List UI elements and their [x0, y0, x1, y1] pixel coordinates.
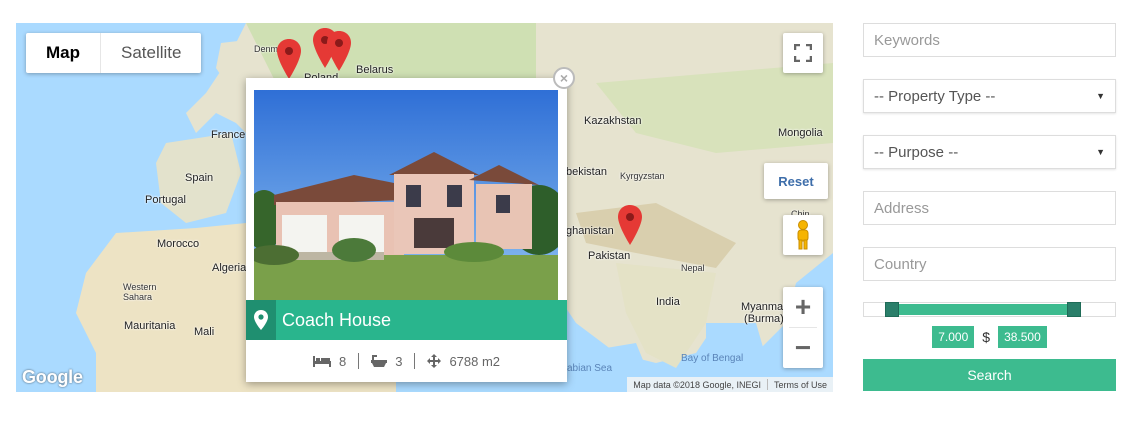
- terms-of-use-link[interactable]: Terms of Use: [774, 380, 827, 390]
- map-marker-pin-icon[interactable]: [618, 205, 642, 245]
- price-max-handle[interactable]: [1067, 302, 1081, 317]
- price-range-slider[interactable]: [863, 302, 1116, 317]
- google-logo: Google: [22, 367, 83, 387]
- zoom-in-button[interactable]: +: [783, 287, 823, 327]
- property-title[interactable]: Coach House: [282, 310, 391, 331]
- map-label-kazakhstan: Kazakhstan: [584, 115, 642, 127]
- purpose-value: -- Purpose --: [874, 143, 959, 161]
- address-input[interactable]: [874, 199, 1105, 217]
- property-meta: 8 3 6788 m2: [246, 340, 567, 382]
- map-label-belarus: Belarus: [356, 64, 394, 76]
- property-photo[interactable]: [254, 90, 558, 300]
- price-range-fill: [892, 304, 1074, 315]
- map-marker-pin-icon[interactable]: [277, 39, 301, 79]
- map-label-mauritania: Mauritania: [124, 320, 176, 332]
- map-label-nepal: Nepal: [681, 263, 705, 273]
- map-label-kyrgyzstan: Kyrgyzstan: [620, 171, 665, 181]
- map-marker-pin-icon[interactable]: [327, 31, 351, 71]
- area-value: 6788 m2: [449, 353, 501, 369]
- property-type-value: -- Property Type --: [874, 87, 996, 105]
- map-label-france: France: [211, 129, 246, 141]
- move-arrows-icon: [427, 354, 442, 368]
- map-label-uzbekistan: bekistan: [566, 166, 607, 178]
- map[interactable]: Denm Poland Belarus France Spain Portuga…: [16, 23, 833, 392]
- baths-info: 3: [359, 354, 414, 369]
- close-popup-button[interactable]: ×: [553, 67, 575, 89]
- map-label-afghanistan: ghanistan: [566, 225, 614, 237]
- map-label-india: India: [656, 296, 680, 308]
- map-label-morocco: Morocco: [157, 238, 200, 250]
- property-type-select[interactable]: -- Property Type -- ▼: [863, 79, 1116, 113]
- currency-symbol: $: [982, 329, 991, 345]
- map-label-portugal: Portugal: [145, 194, 186, 206]
- property-title-bar[interactable]: Coach House: [246, 300, 567, 340]
- dropdown-arrow-icon: ▼: [1096, 147, 1105, 157]
- map-label-arabian-sea: abian Sea: [567, 363, 613, 374]
- zoom-out-button[interactable]: −: [783, 328, 823, 368]
- price-range-values: 7.000 $ 38.500: [863, 326, 1116, 348]
- country-input[interactable]: [874, 255, 1105, 273]
- map-type-control: Map Satellite: [26, 33, 202, 73]
- map-label-mongolia: Mongolia: [778, 127, 823, 139]
- keywords-field[interactable]: [863, 23, 1116, 57]
- map-attribution: Map data ©2018 Google, INEGI Terms of Us…: [627, 377, 833, 392]
- bath-icon: [371, 355, 388, 367]
- map-label-algeria: Algeria: [212, 262, 247, 274]
- purpose-select[interactable]: -- Purpose -- ▼: [863, 135, 1116, 169]
- price-min-value: 7.000: [932, 326, 975, 348]
- map-type-satellite-button[interactable]: Satellite: [101, 33, 201, 73]
- dropdown-arrow-icon: ▼: [1096, 91, 1105, 101]
- map-label-denmark: Denm: [254, 44, 279, 54]
- bed-icon: [312, 356, 331, 367]
- map-label-pakistan: Pakistan: [588, 250, 631, 262]
- map-label-spain: Spain: [185, 172, 214, 184]
- map-label-myanmar: Myanmar (Burma): [741, 301, 787, 325]
- street-view-button[interactable]: [783, 215, 823, 255]
- map-label-bay-of-bengal: Bay of Bengal: [681, 353, 744, 364]
- country-field[interactable]: [863, 247, 1116, 281]
- search-button[interactable]: Search: [863, 359, 1116, 391]
- pegman-icon: [797, 220, 809, 250]
- fullscreen-icon: [794, 44, 812, 62]
- map-data-credit: Map data ©2018 Google, INEGI: [633, 379, 761, 390]
- beds-info: 8: [301, 354, 358, 369]
- location-pin-icon: [246, 300, 276, 340]
- zoom-control: + −: [783, 287, 823, 368]
- area-info: 6788 m2: [415, 354, 512, 369]
- price-min-handle[interactable]: [885, 302, 899, 317]
- price-max-value: 38.500: [998, 326, 1047, 348]
- map-label-mali: Mali: [194, 326, 215, 338]
- map-label-western-sahara: Western Sahara: [123, 282, 157, 302]
- attribution-divider: [766, 379, 768, 390]
- map-type-map-button[interactable]: Map: [26, 33, 101, 73]
- address-field[interactable]: [863, 191, 1116, 225]
- baths-count: 3: [395, 353, 403, 369]
- keywords-input[interactable]: [874, 31, 1105, 49]
- beds-count: 8: [338, 353, 347, 369]
- property-info-window: × Coach House 8 3 6788 m2: [246, 67, 575, 382]
- reset-button[interactable]: Reset: [764, 163, 828, 199]
- fullscreen-button[interactable]: [783, 33, 823, 73]
